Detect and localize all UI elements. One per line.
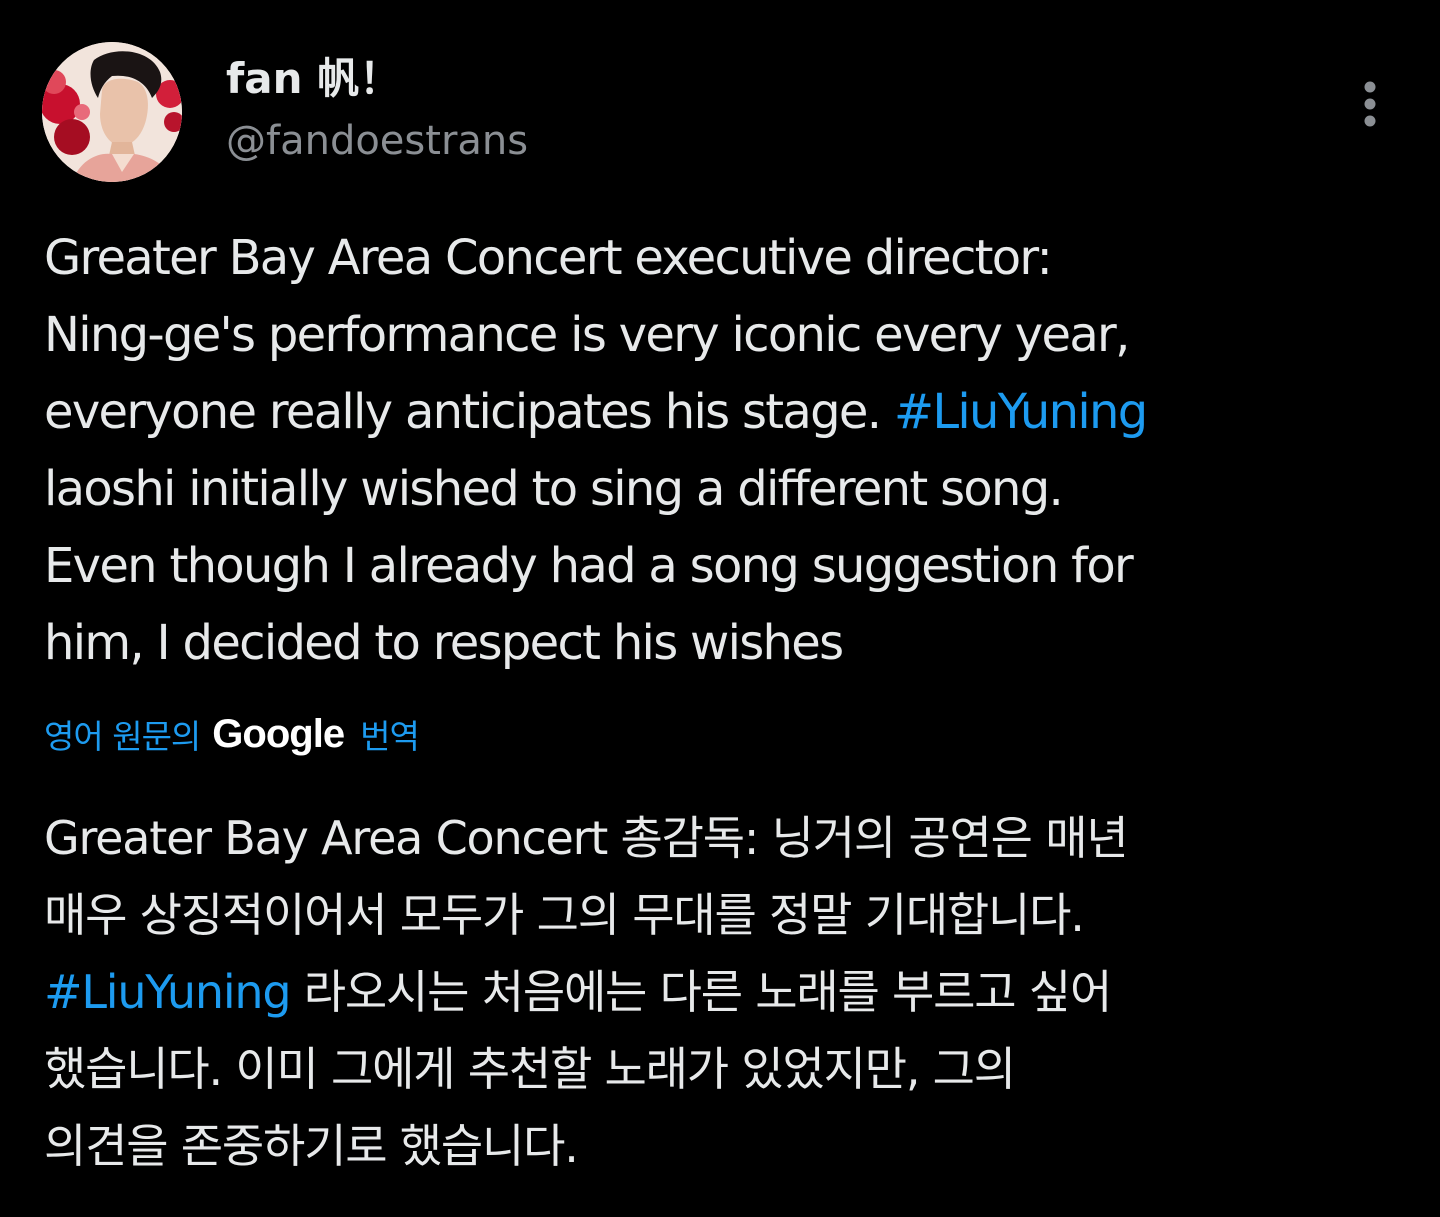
tweet-text-line: laoshi initially wished to sing a differ…	[44, 461, 1064, 517]
author-names: fan 帆！ @fandoestrans	[226, 48, 528, 172]
author-display-name[interactable]: fan 帆！	[226, 48, 528, 110]
translated-line: 했습니다. 이미 그에게 추천할 노래가 있었지만, 그의	[44, 1042, 1016, 1096]
translated-text-segment: 라오시는 처음에는 다른 노래를 부르고 싶어	[290, 965, 1112, 1019]
translated-line: Greater Bay Area Concert 총감독: 닝거의 공연은 매년	[44, 811, 1129, 865]
translated-tweet-text: Greater Bay Area Concert 총감독: 닝거의 공연은 매년…	[44, 800, 1414, 1185]
tweet-text: Greater Bay Area Concert executive direc…	[44, 220, 1414, 682]
translated-line: #LiuYuning 라오시는 처음에는 다른 노래를 부르고 싶어	[44, 954, 1414, 1031]
translated-line: 매우 상징적이어서 모두가 그의 무대를 정말 기대합니다.	[44, 888, 1085, 942]
translation-prefix: 영어 원문의	[44, 717, 201, 756]
tweet-text-line: Even though I already had a song suggest…	[44, 538, 1134, 594]
tweet-text-line: Ning-ge's performance is very iconic eve…	[44, 307, 1130, 363]
translated-line: 의견을 존중하기로 했습니다.	[44, 1119, 579, 1173]
tweet-text-line: Greater Bay Area Concert executive direc…	[44, 230, 1053, 286]
tweet-text-line: him, I decided to respect his wishes	[44, 615, 844, 671]
tweet-text-line: everyone really anticipates his stage. #…	[44, 374, 1414, 451]
tweet-text-segment: everyone really anticipates his stage.	[44, 384, 894, 440]
more-options-button[interactable]	[1348, 76, 1392, 132]
more-vertical-icon	[1364, 81, 1376, 127]
avatar[interactable]	[42, 42, 182, 182]
tweet-card: fan 帆！ @fandoestrans Greater Bay Area Co…	[0, 0, 1440, 1217]
google-logo: Google	[212, 711, 345, 756]
translation-suffix: 번역	[360, 717, 420, 756]
translation-attribution[interactable]: 영어 원문의 Google 번역	[44, 706, 420, 762]
author-handle[interactable]: @fandoestrans	[226, 110, 528, 172]
hashtag-link[interactable]: #LiuYuning	[44, 965, 292, 1019]
tweet-header: fan 帆！ @fandoestrans	[42, 42, 1398, 184]
profile-photo-icon	[42, 42, 182, 182]
hashtag-link[interactable]: #LiuYuning	[894, 384, 1148, 440]
